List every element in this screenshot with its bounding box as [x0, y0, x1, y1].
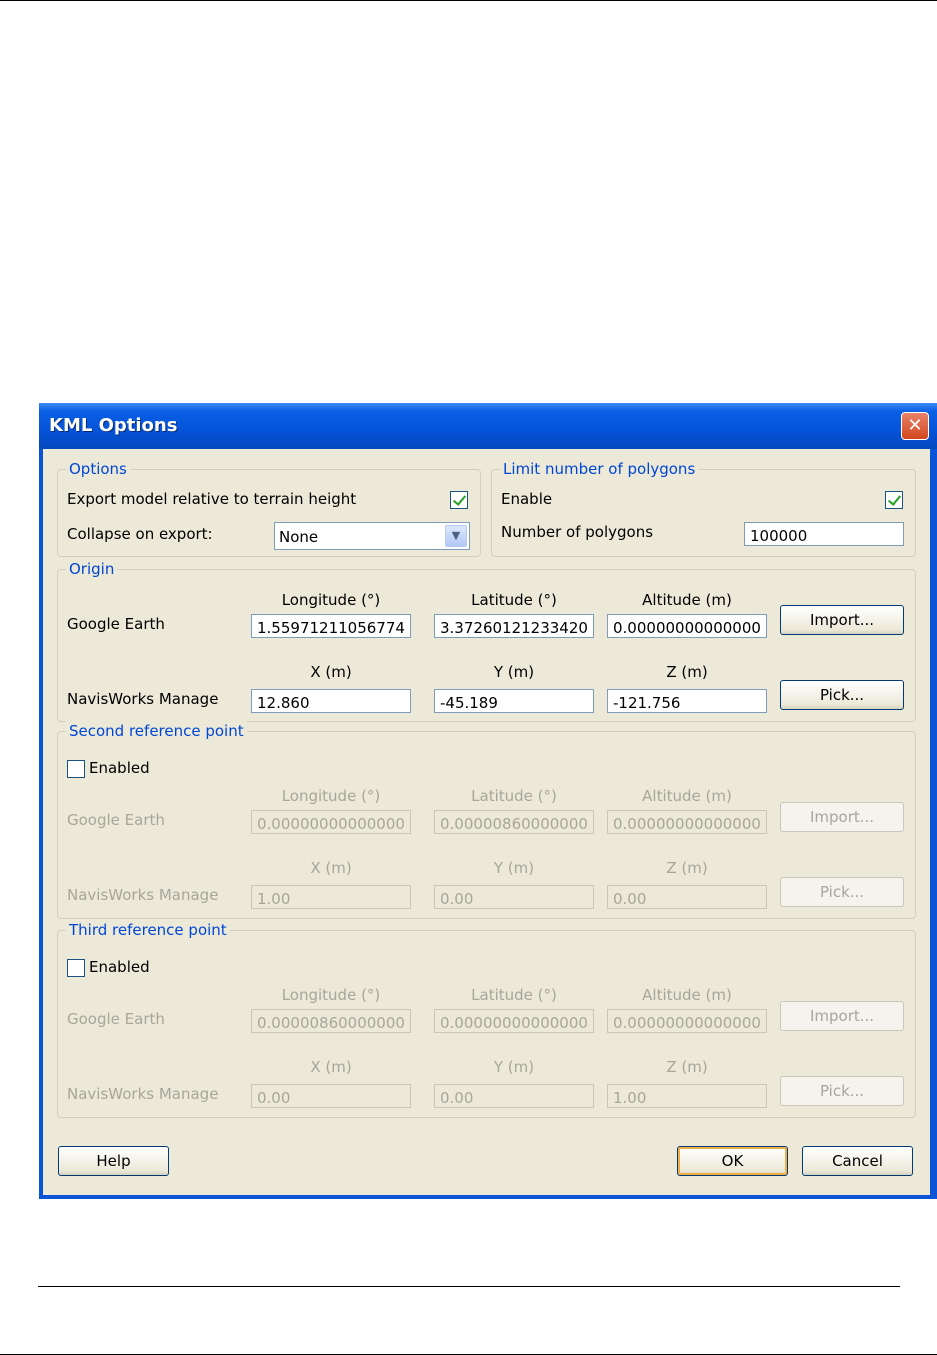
title-bar[interactable]: KML Options ✕	[39, 403, 937, 449]
cancel-button[interactable]: Cancel	[802, 1146, 913, 1176]
options-legend: Options	[66, 459, 130, 479]
third-y-header: Y (m)	[493, 1058, 535, 1076]
export-relative-checkbox[interactable]	[450, 491, 468, 509]
ok-button[interactable]: OK	[677, 1146, 788, 1176]
origin-legend: Origin	[66, 559, 118, 579]
origin-google-earth-label: Google Earth	[67, 615, 165, 633]
second-enabled-checkbox[interactable]	[67, 760, 85, 778]
third-reference-legend: Third reference point	[66, 920, 230, 940]
collapse-select-value: None	[279, 528, 319, 546]
second-google-earth-label: Google Earth	[67, 811, 165, 829]
third-altitude-input[interactable]: 0.00000000000000	[607, 1009, 767, 1033]
origin-longitude-input[interactable]: 1.55971211056774	[251, 614, 411, 638]
export-relative-label: Export model relative to terrain height	[67, 490, 357, 508]
second-z-input[interactable]: 0.00	[607, 885, 767, 909]
second-y-input[interactable]: 0.00	[434, 885, 594, 909]
third-x-input[interactable]: 0.00	[251, 1084, 411, 1108]
second-x-input[interactable]: 1.00	[251, 885, 411, 909]
second-latitude-header: Latitude (°)	[471, 787, 557, 805]
third-enabled-checkbox[interactable]	[67, 959, 85, 977]
origin-navisworks-label: NavisWorks Manage	[67, 690, 219, 708]
origin-latitude-header: Latitude (°)	[471, 591, 557, 609]
second-longitude-header: Longitude (°)	[281, 787, 381, 805]
footer-rule	[38, 1286, 900, 1287]
enable-label: Enable	[501, 490, 553, 508]
third-z-header: Z (m)	[666, 1058, 708, 1076]
origin-group: Origin Longitude (°) Latitude (°) Altitu…	[57, 559, 916, 722]
options-group: Options Export model relative to terrain…	[57, 459, 481, 557]
collapse-select[interactable]: None ▼	[274, 522, 470, 550]
dialog-body: Options Export model relative to terrain…	[43, 449, 930, 1195]
origin-altitude-header: Altitude (m)	[642, 591, 732, 609]
third-z-input[interactable]: 1.00	[607, 1084, 767, 1108]
close-button[interactable]: ✕	[901, 412, 929, 440]
second-navisworks-label: NavisWorks Manage	[67, 886, 219, 904]
second-y-header: Y (m)	[493, 859, 535, 877]
kml-options-dialog: KML Options ✕ Options Export model relat…	[39, 403, 937, 1199]
third-import-button[interactable]: Import...	[780, 1001, 904, 1031]
limit-polygons-legend: Limit number of polygons	[500, 459, 699, 479]
second-reference-group: Second reference point Enabled Longitude…	[57, 721, 916, 919]
origin-z-header: Z (m)	[666, 663, 708, 681]
origin-import-button[interactable]: Import...	[780, 605, 904, 635]
polygons-input[interactable]: 100000	[744, 522, 904, 546]
second-enabled-label[interactable]: Enabled	[89, 759, 150, 777]
second-x-header: X (m)	[310, 859, 352, 877]
close-icon: ✕	[907, 415, 923, 436]
second-reference-legend: Second reference point	[66, 721, 247, 741]
third-latitude-input[interactable]: 0.00000000000000	[434, 1009, 594, 1033]
second-latitude-input[interactable]: 0.00000860000000	[434, 810, 594, 834]
page-top-rule	[0, 0, 937, 1]
second-import-button[interactable]: Import...	[780, 802, 904, 832]
second-pick-button[interactable]: Pick...	[780, 877, 904, 907]
dialog-title: KML Options	[49, 415, 178, 436]
origin-y-header: Y (m)	[493, 663, 535, 681]
third-y-input[interactable]: 0.00	[434, 1084, 594, 1108]
third-enabled-label[interactable]: Enabled	[89, 958, 150, 976]
origin-x-input[interactable]: 12.860	[251, 689, 411, 713]
collapse-label: Collapse on export:	[67, 525, 213, 543]
third-altitude-header: Altitude (m)	[642, 986, 732, 1004]
second-altitude-input[interactable]: 0.00000000000000	[607, 810, 767, 834]
origin-altitude-input[interactable]: 0.00000000000000	[607, 614, 767, 638]
third-google-earth-label: Google Earth	[67, 1010, 165, 1028]
enable-limit-checkbox[interactable]	[885, 491, 903, 509]
help-button[interactable]: Help	[58, 1146, 169, 1176]
origin-y-input[interactable]: -45.189	[434, 689, 594, 713]
limit-polygons-group: Limit number of polygons Enable Number o…	[491, 459, 916, 557]
third-latitude-header: Latitude (°)	[471, 986, 557, 1004]
third-x-header: X (m)	[310, 1058, 352, 1076]
origin-x-header: X (m)	[310, 663, 352, 681]
third-navisworks-label: NavisWorks Manage	[67, 1085, 219, 1103]
origin-longitude-header: Longitude (°)	[281, 591, 381, 609]
third-longitude-header: Longitude (°)	[281, 986, 381, 1004]
origin-latitude-input[interactable]: 3.37260121233420	[434, 614, 594, 638]
polygons-label: Number of polygons	[501, 523, 654, 541]
origin-z-input[interactable]: -121.756	[607, 689, 767, 713]
third-reference-group: Third reference point Enabled Longitude …	[57, 920, 916, 1118]
chevron-down-icon[interactable]: ▼	[445, 525, 467, 547]
second-z-header: Z (m)	[666, 859, 708, 877]
third-pick-button[interactable]: Pick...	[780, 1076, 904, 1106]
third-longitude-input[interactable]: 0.00000860000000	[251, 1009, 411, 1033]
origin-pick-button[interactable]: Pick...	[780, 680, 904, 710]
second-longitude-input[interactable]: 0.00000000000000	[251, 810, 411, 834]
second-altitude-header: Altitude (m)	[642, 787, 732, 805]
